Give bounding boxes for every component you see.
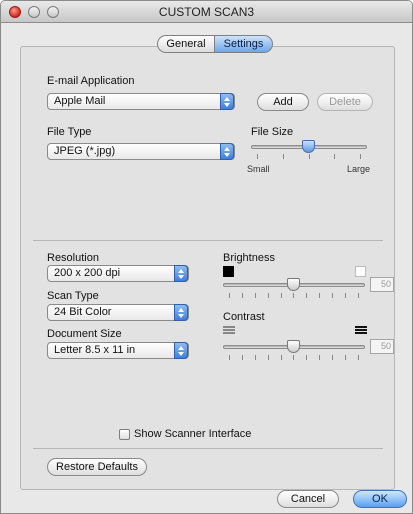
file-size-small-label: Small xyxy=(247,164,270,174)
brightness-label: Brightness xyxy=(223,252,275,264)
scan-type-select[interactable]: 24 Bit Color xyxy=(47,304,189,321)
dark-swatch-icon xyxy=(223,266,234,277)
light-swatch-icon xyxy=(355,266,366,277)
contrast-slider-thumb[interactable] xyxy=(287,340,300,353)
resolution-value: 200 x 200 dpi xyxy=(54,267,121,279)
popup-arrows-icon xyxy=(174,265,188,282)
add-button[interactable]: Add xyxy=(257,93,309,111)
footer-divider xyxy=(33,448,383,449)
document-size-label: Document Size xyxy=(47,328,122,340)
email-application-value: Apple Mail xyxy=(54,95,106,107)
scan-type-value: 24 Bit Color xyxy=(54,306,112,318)
file-type-select[interactable]: JPEG (*.jpg) xyxy=(47,143,235,160)
contrast-ticks xyxy=(229,355,359,360)
section-divider xyxy=(33,240,383,241)
cancel-button[interactable]: Cancel xyxy=(277,490,339,508)
file-size-slider-thumb[interactable] xyxy=(302,140,315,153)
document-size-select[interactable]: Letter 8.5 x 11 in xyxy=(47,342,189,359)
ok-button[interactable]: OK xyxy=(353,490,407,508)
popup-arrows-icon xyxy=(220,93,234,110)
contrast-label: Contrast xyxy=(223,311,265,323)
custom-scan-window: CUSTOM SCAN3 General Settings E-mail App… xyxy=(0,0,413,514)
window-title: CUSTOM SCAN3 xyxy=(158,5,255,19)
tab-settings[interactable]: Settings xyxy=(215,35,273,53)
brightness-ticks xyxy=(229,293,359,298)
contrast-value-field[interactable]: 50 xyxy=(370,339,394,354)
popup-arrows-icon xyxy=(174,304,188,321)
popup-arrows-icon xyxy=(220,143,234,160)
resolution-label: Resolution xyxy=(47,252,99,264)
delete-button[interactable]: Delete xyxy=(317,93,373,111)
file-size-ticks xyxy=(257,154,361,159)
brightness-slider-thumb[interactable] xyxy=(287,278,300,291)
brightness-value-field[interactable]: 50 xyxy=(370,277,394,292)
high-contrast-icon xyxy=(355,326,367,336)
show-scanner-interface-label: Show Scanner Interface xyxy=(134,428,252,440)
scan-type-label: Scan Type xyxy=(47,290,99,302)
file-size-label: File Size xyxy=(251,126,294,138)
file-size-large-label: Large xyxy=(347,164,371,174)
tab-general[interactable]: General xyxy=(157,35,215,53)
popup-arrows-icon xyxy=(174,342,188,359)
low-contrast-icon xyxy=(223,326,235,336)
document-size-value: Letter 8.5 x 11 in xyxy=(54,344,136,356)
show-scanner-interface-checkbox[interactable] xyxy=(119,429,130,440)
title-bar: CUSTOM SCAN3 xyxy=(1,1,412,23)
file-type-value: JPEG (*.jpg) xyxy=(54,145,116,157)
file-type-label: File Type xyxy=(47,126,92,138)
email-application-select[interactable]: Apple Mail xyxy=(47,93,235,110)
email-application-label: E-mail Application xyxy=(47,75,135,87)
restore-defaults-button[interactable]: Restore Defaults xyxy=(47,458,147,476)
resolution-select[interactable]: 200 x 200 dpi xyxy=(47,265,189,282)
